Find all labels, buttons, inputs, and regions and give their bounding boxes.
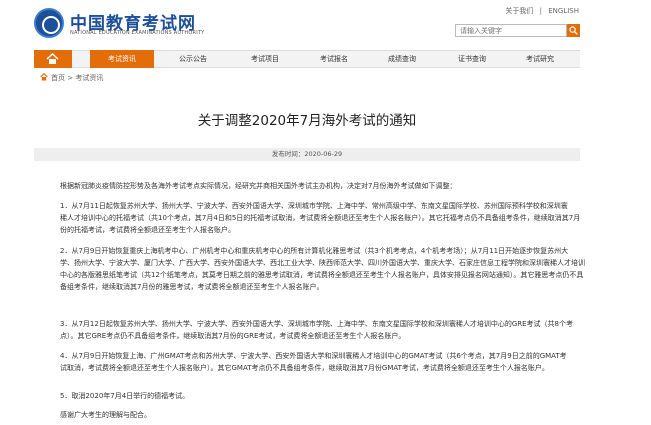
publish-date: 发布时间：2020-06-29 — [34, 148, 580, 161]
breadcrumb-home-icon — [40, 73, 48, 81]
site-subtitle: NATIONAL EDUCATION EXAMINATIONS AUTHORIT… — [70, 30, 205, 36]
nav-item-registration[interactable]: 考试报名 — [302, 51, 366, 67]
search-icon — [569, 26, 578, 35]
article-paragraph-4: 4．从7月9日开始恢复上海、广州GMAT考点和苏州大学、宁波大学、西安外国语大学… — [60, 350, 590, 374]
paragraph-line: 份的托福考试，考试费将全额退还至考生个人报名账户。 — [60, 226, 235, 234]
search-button[interactable] — [567, 24, 580, 37]
paragraph-line: 试取消，考试费将全额退还至考生个人报名账户）。其它GMAT考点仍不具备组考条件，… — [60, 364, 549, 372]
paragraph-line: 学、扬州大学、宁波大学、厦门大学、广西大学、西安外国语大学、西北工业大学、陕西师… — [60, 259, 585, 267]
about-us-link[interactable]: 关于我们 — [505, 7, 533, 15]
nav-item-exam-programs[interactable]: 考试项目 — [233, 51, 297, 67]
paragraph-line: 备组考条件，继续取消其7月份的雅思考试，考试费将全额退还至考生个人报名账户。 — [60, 283, 324, 291]
breadcrumb: 首页 > 考试资讯 — [40, 73, 103, 83]
nav-item-announcements[interactable]: 公示公告 — [161, 51, 225, 67]
article-paragraph-2: 2．从7月9日开始恢复重庆上海机考中心、广州机考中心和重庆机考中心的所有计算机化… — [60, 245, 590, 293]
article-closing: 感谢广大考生的理解与配合。 — [60, 409, 590, 421]
nav-item-exam-research[interactable]: 考试研究 — [508, 51, 572, 67]
article-paragraph-3: 3．从7月12日起恢复苏州大学、扬州大学、宁波大学、西安外国语大学、深圳城市学院… — [60, 318, 590, 342]
site-header: 中国教育考试网 NATIONAL EDUCATION EXAMINATIONS … — [0, 0, 651, 50]
breadcrumb-home[interactable]: 首页 — [51, 74, 65, 82]
english-link[interactable]: ENGLISH — [548, 7, 579, 15]
paragraph-line: 根据新冠肺炎疫情防控形势及各海外考试考点实际情况，经研究并商相关国外考试主办机构… — [60, 182, 457, 190]
paragraph-line: 点）。其它GRE考点仍不具备组考条件，继续取消其7月份的GRE考试，考试费将全额… — [60, 332, 406, 340]
paragraph-line: 稀人才培训中心的托福考试（共10个考点，其7月4日和5日的托福考试取消，考试费将… — [60, 214, 581, 222]
article-paragraph-1: 1．从7月11日起恢复苏州大学、扬州大学、宁波大学、西安外国语大学、深圳城市学院… — [60, 200, 590, 236]
top-links-separator: | — [539, 7, 542, 15]
paragraph-line: 中心的各版雅思纸笔考试（共12个纸笔考点，其莫考日期之前的雅思考试取消，考试费将… — [60, 271, 584, 279]
nav-home-button[interactable] — [34, 50, 72, 68]
paragraph-line: 1．从7月11日起恢复苏州大学、扬州大学、宁波大学、西安外国语大学、深圳城市学院… — [60, 202, 568, 210]
nav-item-certificate-query[interactable]: 证书查询 — [440, 51, 504, 67]
home-icon — [46, 53, 59, 64]
neea-logo-icon[interactable] — [34, 8, 64, 38]
nav-item-exam-news[interactable]: 考试资讯 — [90, 50, 154, 68]
article-paragraph-5: 5．取消2020年7月4日举行的德福考试。 — [60, 390, 590, 402]
breadcrumb-separator: > — [67, 74, 74, 82]
page-title: 关于调整2020年7月海外考试的通知 — [197, 113, 417, 129]
nav-item-score-query[interactable]: 成绩查询 — [370, 51, 434, 67]
paragraph-line: 5．取消2020年7月4日举行的德福考试。 — [60, 392, 190, 400]
article-paragraph-intro: 根据新冠肺炎疫情防控形势及各海外考试考点实际情况，经研究并商相关国外考试主办机构… — [60, 180, 590, 192]
search-input[interactable] — [455, 24, 567, 37]
paragraph-line: 感谢广大考生的理解与配合。 — [60, 411, 151, 419]
paragraph-line: 4．从7月9日开始恢复上海、广州GMAT考点和苏州大学、宁波大学、西安外国语大学… — [60, 352, 567, 360]
top-links: 关于我们 | ENGLISH — [501, 6, 579, 16]
main-nav: 考试资讯 公示公告 考试项目 考试报名 成绩查询 证书查询 考试研究 — [34, 50, 580, 68]
paragraph-line: 2．从7月9日开始恢复重庆上海机考中心、广州机考中心和重庆机考中心的所有计算机化… — [60, 247, 569, 255]
breadcrumb-current[interactable]: 考试资讯 — [75, 74, 103, 82]
paragraph-line: 3．从7月12日起恢复苏州大学、扬州大学、宁波大学、西安外国语大学、深圳城市学院… — [60, 320, 573, 328]
